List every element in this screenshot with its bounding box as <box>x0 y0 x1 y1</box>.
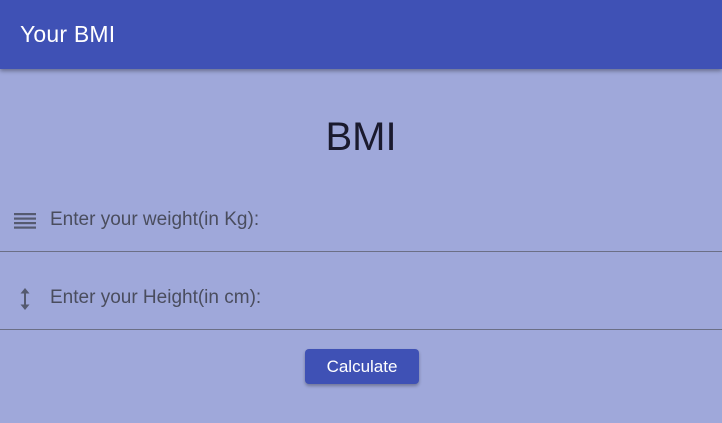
app-bar: Your BMI <box>0 0 722 69</box>
height-input[interactable] <box>50 283 690 313</box>
page-title: BMI <box>325 115 397 159</box>
calculate-button[interactable]: Calculate <box>305 349 419 384</box>
height-field[interactable] <box>0 278 722 330</box>
weight-input[interactable] <box>50 205 690 235</box>
app-bar-title: Your BMI <box>20 21 116 47</box>
main-content: BMI Calculate <box>0 69 722 423</box>
vertical-arrows-icon <box>12 286 38 312</box>
lines-icon <box>12 208 38 234</box>
weight-field[interactable] <box>0 200 722 252</box>
